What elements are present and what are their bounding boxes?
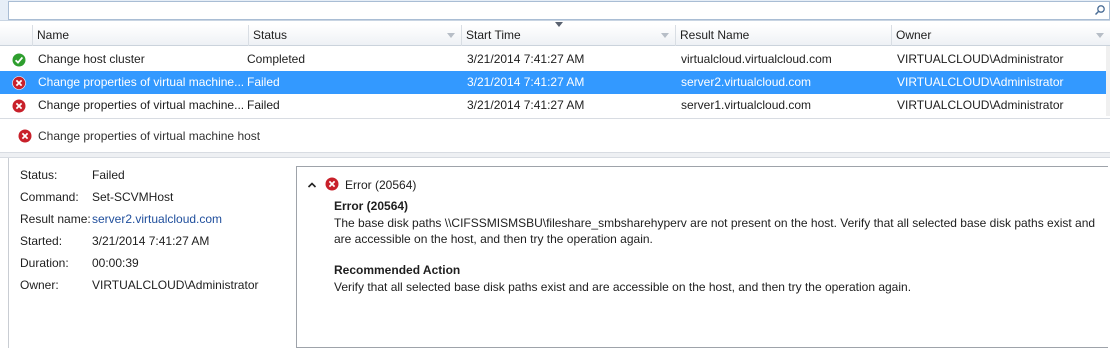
error-header: Error (20564) [345,178,417,192]
column-header-label: Start Time [466,28,521,42]
collapse-icon[interactable] [307,180,317,190]
error-icon [325,177,339,191]
grid-header: Name Status Start Time Result Name Owner [0,22,1110,46]
error-message: The base disk paths \\CIFSSMISMSBU\files… [334,216,1096,246]
result-name-link[interactable]: server2.virtualcloud.com [92,212,222,226]
error-title: Error (20564) [334,199,409,213]
property-value: VIRTUALCLOUD\Administrator [92,278,259,292]
filter-dropdown-icon[interactable] [447,33,455,38]
sort-descending-icon [555,22,563,27]
property-label: Started: [20,234,63,248]
details-title: Change properties of virtual machine hos… [38,129,261,143]
property-value: Failed [92,168,125,182]
cell-status: Failed [247,98,280,112]
property-label: Duration: [20,256,69,270]
table-row[interactable]: Change properties of virtual machine... … [0,71,1106,94]
cell-result-name: server1.virtualcloud.com [681,98,812,112]
error-panel: Error (20564) Error (20564) The base dis… [296,166,1108,348]
cell-name: Change properties of virtual machine... [38,75,245,89]
filter-dropdown-icon[interactable] [661,33,669,38]
search-bar [0,0,1110,21]
grid-scrollbar[interactable] [1106,46,1110,116]
property-value: 00:00:39 [92,256,139,270]
search-input[interactable] [8,1,1110,20]
column-header-label: Owner [896,28,932,42]
details-properties: Status: Failed Command: Set-SCVMHost Res… [8,158,296,348]
search-icon[interactable] [1094,4,1106,16]
cell-result-name: virtualcloud.virtualcloud.com [681,52,832,66]
cell-owner: VIRTUALCLOUD\Administrator [897,52,1064,66]
cell-owner: VIRTUALCLOUD\Administrator [897,75,1064,89]
column-header-label: Result Name [680,28,750,42]
column-header-owner[interactable]: Owner [892,25,1110,46]
column-header-status[interactable]: Status [249,25,462,46]
details-header: Change properties of virtual machine hos… [0,118,1110,152]
property-value: 3/21/2014 7:41:27 AM [92,234,210,248]
recommended-action-title: Recommended Action [334,263,461,277]
column-header-name[interactable]: Name [33,25,249,46]
cell-start-time: 3/21/2014 7:41:27 AM [467,98,585,112]
success-icon [12,53,26,67]
column-header-label: Status [253,28,288,42]
error-icon [18,129,32,143]
cell-name: Change host cluster [38,52,145,66]
property-value: Set-SCVMHost [92,190,174,204]
error-icon [12,76,26,90]
property-label: Result name: [20,212,91,226]
column-header-result-name[interactable]: Result Name [676,25,892,46]
cell-result-name: server2.virtualcloud.com [681,75,812,89]
property-label: Owner: [20,278,59,292]
cell-start-time: 3/21/2014 7:41:27 AM [467,52,585,66]
property-label: Status: [20,168,58,182]
cell-start-time: 3/21/2014 7:41:27 AM [467,75,585,89]
cell-status: Completed [247,52,306,66]
cell-status: Failed [247,75,280,89]
filter-dropdown-icon[interactable] [1096,33,1104,38]
cell-name: Change properties of virtual machine... [38,98,245,112]
recommended-action-text: Verify that all selected base disk paths… [334,280,912,294]
cell-owner: VIRTUALCLOUD\Administrator [897,98,1064,112]
table-row[interactable]: Change host cluster Completed 3/21/2014 … [0,48,1106,71]
column-header-label: Name [37,28,70,42]
error-icon [12,99,26,113]
column-header-icon[interactable] [0,25,33,46]
table-row[interactable]: Change properties of virtual machine... … [0,94,1106,117]
property-label: Command: [20,190,79,204]
column-header-start-time[interactable]: Start Time [462,25,676,46]
